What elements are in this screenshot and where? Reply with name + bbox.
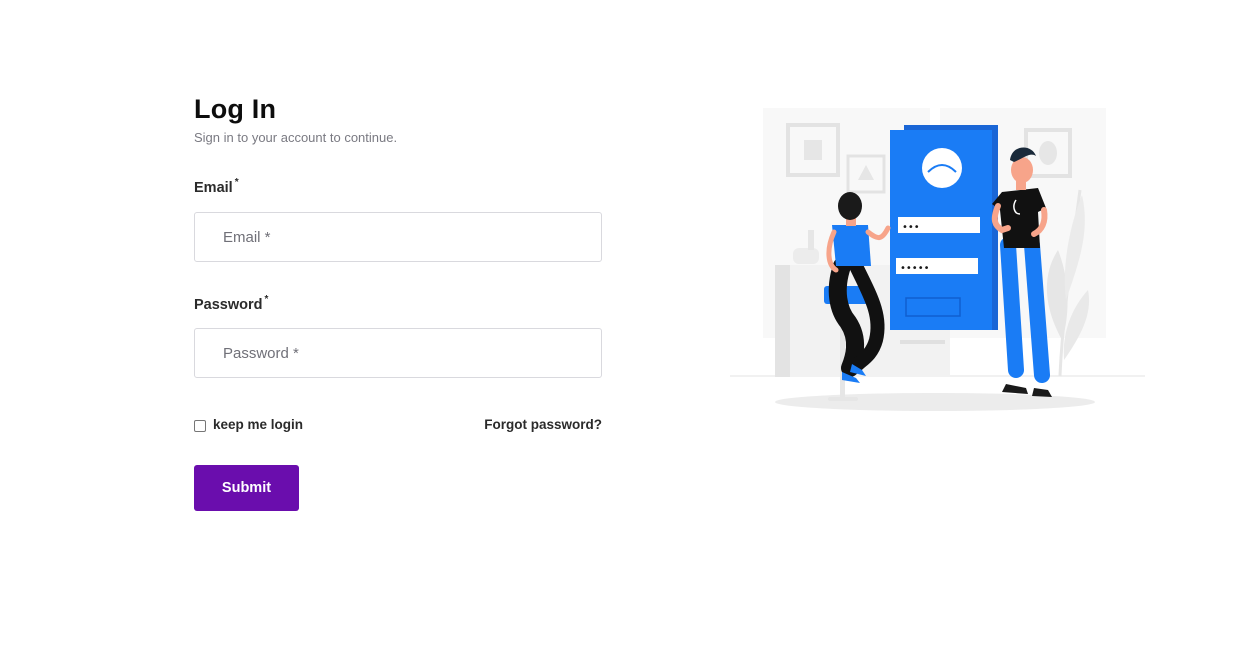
remember-me: keep me login — [194, 417, 303, 432]
oval-frame-inner — [1039, 141, 1057, 165]
password-required-mark: * — [264, 294, 269, 305]
login-form: Log In Sign in to your account to contin… — [194, 92, 602, 511]
woman-shirt — [832, 225, 871, 266]
password-label: Password * — [194, 294, 269, 313]
man-shoe-1 — [1002, 384, 1028, 394]
cup-straw — [808, 230, 814, 250]
stool-base — [828, 397, 858, 401]
page-title: Log In — [194, 94, 277, 124]
picture-frame-inner — [804, 140, 822, 160]
password-label-text: Password — [194, 297, 263, 313]
email-field[interactable]: Email * — [194, 212, 602, 262]
forgot-password-link[interactable]: Forgot password? — [484, 417, 602, 432]
login-illustration-svg: ••• ••••• — [730, 108, 1145, 411]
phone-field-2-dots: ••••• — [900, 263, 930, 274]
email-label: Email * — [194, 177, 239, 196]
email-label-text: Email — [194, 180, 233, 196]
email-required-mark: * — [234, 177, 239, 188]
cup-icon — [793, 248, 819, 264]
man-leg-2 — [1024, 237, 1050, 383]
email-placeholder: Email * — [223, 229, 271, 246]
page-subtitle: Sign in to your account to continue. — [194, 130, 398, 145]
remember-label[interactable]: keep me login — [213, 417, 303, 432]
submit-button[interactable]: Submit — [194, 465, 299, 511]
man-leg-1 — [1000, 237, 1024, 378]
phone-field-1-dots: ••• — [902, 222, 920, 233]
cabinet-side — [775, 265, 790, 377]
password-field[interactable]: Password * — [194, 328, 602, 378]
woman-hair — [838, 192, 862, 220]
remember-checkbox[interactable] — [194, 420, 206, 432]
cabinet-handle — [900, 340, 945, 344]
password-placeholder: Password * — [223, 345, 299, 362]
avatar-icon — [922, 148, 962, 188]
login-illustration: ••• ••••• — [730, 100, 1150, 420]
man-shoe-2 — [1032, 388, 1052, 397]
